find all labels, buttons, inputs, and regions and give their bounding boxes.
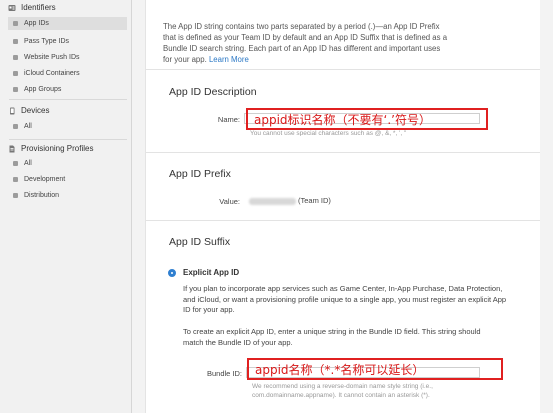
sidebar-item-app-groups[interactable]: App Groups	[0, 83, 131, 96]
team-id-suffix: (Team ID)	[298, 196, 331, 205]
sidebar-item-profiles-development[interactable]: Development	[0, 173, 65, 186]
device-icon	[8, 107, 16, 115]
name-hint: You cannot use special characters such a…	[250, 130, 407, 136]
redacted-team-id	[249, 197, 296, 205]
sidebar-section-provisioning: Provisioning Profiles	[8, 144, 93, 153]
sidebar-section-identifiers: Identifiers	[8, 3, 56, 12]
bullet-icon	[13, 161, 18, 166]
sidebar-item-pass-type-ids[interactable]: Pass Type IDs	[0, 35, 131, 48]
sidebar-item-app-ids[interactable]: App IDs	[8, 17, 127, 30]
bundle-id-instruction: To create an explicit App ID, enter a un…	[183, 327, 481, 347]
scroll-gutter	[540, 0, 553, 413]
sidebar-item-label: App IDs	[24, 20, 49, 27]
section-divider	[146, 152, 540, 153]
sidebar-item-profiles-all[interactable]: All	[0, 157, 32, 170]
sidebar-item-label: Development	[24, 176, 66, 183]
section-title-description: App ID Description	[169, 86, 257, 98]
bundle-id-hint: We recommend using a reverse-domain name…	[252, 383, 433, 399]
sidebar-item-devices-all[interactable]: All	[0, 120, 32, 133]
bullet-icon	[13, 39, 18, 44]
sidebar-item-label: iCloud Containers	[24, 70, 80, 77]
bullet-icon	[13, 124, 18, 129]
sidebar-item-website-push-ids[interactable]: Website Push IDs	[0, 51, 131, 64]
annotation-text-name: appid标识名称（不要有‘.’符号）	[254, 113, 431, 127]
section-title-prefix: App ID Prefix	[169, 168, 231, 180]
section-divider	[146, 69, 540, 70]
section-title-suffix: App ID Suffix	[169, 236, 231, 248]
sidebar-divider	[9, 139, 127, 140]
bullet-icon	[13, 87, 18, 92]
sidebar-item-label: Pass Type IDs	[24, 38, 70, 45]
bullet-icon	[13, 21, 18, 26]
sidebar-item-label: App Groups	[24, 86, 62, 93]
sidebar-section-title: Identifiers	[21, 3, 56, 12]
sidebar-item-label: All	[24, 123, 32, 130]
sidebar: Identifiers App IDs Pass Type IDs Websit…	[0, 0, 132, 413]
sidebar-item-label: Distribution	[24, 192, 60, 199]
bullet-icon	[13, 177, 18, 182]
sidebar-section-devices: Devices	[8, 106, 49, 115]
name-label: Name:	[217, 115, 240, 124]
bullet-icon	[13, 55, 18, 60]
sidebar-item-label: All	[24, 160, 32, 167]
explicit-app-id-radio[interactable]	[168, 269, 176, 277]
sidebar-section-title: Provisioning Profiles	[21, 144, 94, 153]
sidebar-item-label: Website Push IDs	[24, 54, 80, 61]
learn-more-link[interactable]: Learn More	[209, 55, 249, 64]
intro-text: The App ID string contains two parts sep…	[163, 22, 448, 64]
profile-document-icon	[8, 145, 16, 153]
sidebar-section-title: Devices	[21, 106, 50, 115]
section-divider	[146, 220, 540, 221]
bullet-icon	[13, 193, 18, 198]
explicit-app-id-label: Explicit App ID	[183, 268, 240, 277]
annotation-text-bundle: appid名称（*.*名称可以延长）	[255, 363, 425, 377]
bullet-icon	[13, 71, 18, 76]
sidebar-divider	[9, 99, 127, 100]
sidebar-item-profiles-distribution[interactable]: Distribution	[0, 189, 59, 202]
main-content: The App ID string contains two parts sep…	[145, 0, 541, 413]
intro-paragraph: The App ID string contains two parts sep…	[163, 21, 448, 65]
explicit-app-id-description: If you plan to incorporate app services …	[183, 284, 507, 314]
sidebar-item-icloud-containers[interactable]: iCloud Containers	[0, 67, 131, 80]
team-id-value: (Team ID)	[249, 196, 331, 205]
bundle-id-label: Bundle ID:	[206, 369, 242, 378]
value-label: Value:	[219, 197, 240, 206]
id-card-icon	[8, 4, 16, 12]
